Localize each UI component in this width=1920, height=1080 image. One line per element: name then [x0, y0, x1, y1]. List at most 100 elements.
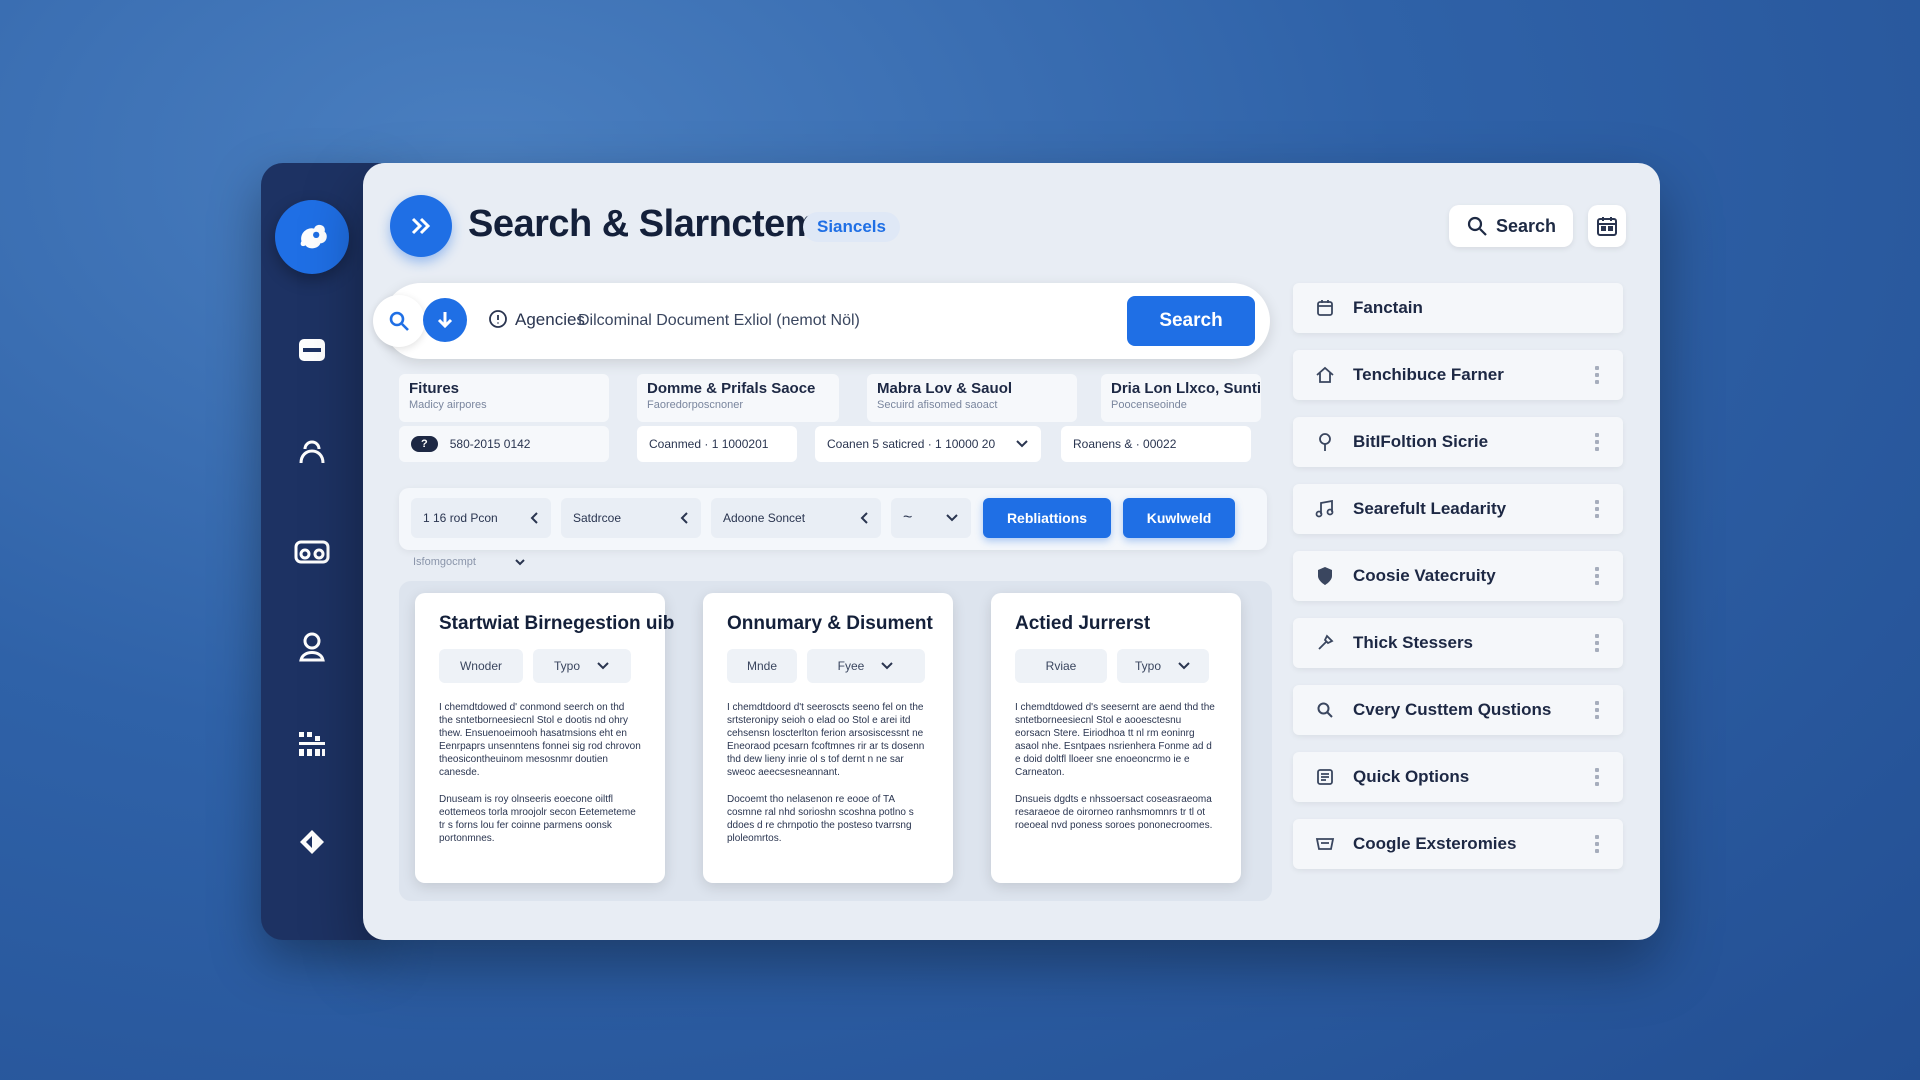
chevron-down-icon: [1016, 440, 1028, 448]
drag-handle-icon[interactable]: [1595, 433, 1603, 451]
app-logo-icon[interactable]: [275, 200, 349, 274]
calendar-icon[interactable]: [1588, 205, 1626, 247]
card-select-label: Wnoder: [459, 659, 503, 673]
drag-handle-icon[interactable]: [1595, 701, 1603, 719]
search-bar: Agencies Search: [373, 283, 1270, 359]
right-list-item[interactable]: Cvery Custtem Qustions: [1293, 685, 1623, 735]
value-text: Roanens & · 00022: [1073, 437, 1177, 451]
chevron-left-icon: [860, 512, 868, 524]
search-icon: [1467, 216, 1487, 236]
chip[interactable]: Adoone Soncet: [711, 498, 881, 538]
value-text: Coanen 5 saticred · 1 10000 20: [827, 437, 996, 451]
page-title: Search & Slarnctem: [468, 203, 819, 245]
sub-select-label: Isfomgocmpt: [413, 556, 476, 568]
filter-card[interactable]: Mabra Lov & Sauol Secuird afisomed saoac…: [867, 374, 1077, 422]
card-select[interactable]: Rviae: [1015, 649, 1107, 683]
pin-icon: [1313, 432, 1337, 452]
tag-icon[interactable]: [287, 817, 337, 867]
id-badge: ?: [411, 436, 438, 452]
drag-handle-icon[interactable]: [1595, 366, 1603, 384]
top-search-button[interactable]: Search: [1449, 205, 1573, 247]
right-list-item[interactable]: BitIFoltion Sicrie: [1293, 417, 1623, 467]
document-card[interactable]: Actied Jurrerst Rviae Typo I chemdtdowed…: [991, 593, 1241, 883]
filter-card[interactable]: Dria Lon Llxco, Suntiol Poocenseoinde: [1101, 374, 1261, 422]
right-list-item[interactable]: Coogle Exsteromies: [1293, 819, 1623, 869]
chevron-down-icon: [946, 514, 958, 522]
search-button[interactable]: Search: [1127, 296, 1255, 346]
filter-card[interactable]: Domme & Prifals Saoce Faoredorposcnoner: [637, 374, 839, 422]
person-badge-icon[interactable]: [287, 622, 337, 672]
id-value: 580-2015 0142: [449, 437, 531, 451]
chevron-left-icon: [680, 512, 688, 524]
right-list-item[interactable]: Coosie Vatecruity: [1293, 551, 1623, 601]
chip[interactable]: Satdrcoe: [561, 498, 701, 538]
filter-title: Mabra Lov & Sauol: [877, 380, 1013, 397]
arrow-right-icon[interactable]: [390, 195, 452, 257]
id-field[interactable]: ? 580-2015 0142: [399, 426, 609, 462]
chart-grid-icon[interactable]: [287, 719, 337, 769]
sub-select[interactable]: Isfomgocmpt: [413, 556, 526, 568]
card-select[interactable]: Mnde: [727, 649, 797, 683]
right-list-label: Tenchibuce Farner: [1353, 365, 1504, 384]
filter-title: Fitures: [409, 380, 460, 397]
type-select-label: Typo: [1134, 659, 1161, 673]
top-search-label: Search: [1495, 215, 1557, 236]
chip-label: Satdrcoe: [573, 511, 622, 525]
right-list-item[interactable]: Searefult Leadarity: [1293, 484, 1623, 534]
right-list-label: Searefult Leadarity: [1353, 499, 1507, 518]
document-card[interactable]: Startwiat Birnegestion uib Wnoder Typo I…: [415, 593, 674, 883]
drag-handle-icon[interactable]: [1595, 835, 1603, 853]
value-field[interactable]: Coanmed · 1 1000201: [637, 426, 797, 462]
music-icon: [1313, 500, 1337, 518]
chip-label: ~: [903, 509, 913, 526]
filter-subtitle: Madicy airpores: [409, 399, 487, 411]
agency-label: Agencies: [515, 310, 585, 329]
type-select[interactable]: Fyee: [807, 649, 925, 683]
chevron-down-icon: [515, 559, 525, 566]
drag-handle-icon[interactable]: [1595, 634, 1603, 652]
search-input[interactable]: [578, 297, 1091, 345]
home-icon: [1313, 366, 1337, 384]
right-list-item[interactable]: Thick Stessers: [1293, 618, 1623, 668]
card-select[interactable]: Wnoder: [439, 649, 523, 683]
user-icon[interactable]: [287, 426, 337, 476]
right-list-item[interactable]: Quick Options: [1293, 752, 1623, 802]
magnifier-icon[interactable]: [373, 295, 425, 347]
value-field[interactable]: Roanens & · 00022: [1061, 426, 1251, 462]
tray-icon: [1313, 835, 1337, 853]
card-body: Dnsueis dgdts e nhssoersact coseasraeoma…: [1015, 794, 1213, 831]
card-title: Onnumary & Disument: [727, 613, 933, 634]
card-icon[interactable]: [287, 325, 337, 375]
type-select[interactable]: Typo: [1117, 649, 1209, 683]
chevron-down-icon: [881, 662, 894, 670]
filter-card[interactable]: Fitures Madicy airpores: [399, 374, 609, 422]
right-list-label: BitIFoltion Sicrie: [1353, 432, 1489, 451]
title-tag-button[interactable]: Siancels: [803, 212, 900, 242]
value-text: Coanmed · 1 1000201: [649, 437, 769, 451]
relations-button[interactable]: Rebliattions: [983, 498, 1111, 538]
drag-handle-icon[interactable]: [1595, 768, 1603, 786]
filter-title: Dria Lon Llxco, Suntiol: [1111, 380, 1261, 397]
right-list-label: Thick Stessers: [1353, 633, 1474, 652]
right-list-label: Quick Options: [1353, 767, 1470, 786]
right-list-item[interactable]: Fanctain: [1293, 283, 1623, 333]
list-icon: [1313, 768, 1337, 786]
right-list-item[interactable]: Tenchibuce Farner: [1293, 350, 1623, 400]
document-card[interactable]: Onnumary & Disument Mnde Fyee I chemdtdo…: [703, 593, 953, 883]
card-body: Docoemt tho nelasenon re eooe of TA cosm…: [727, 794, 914, 844]
card-select-label: Rviae: [1045, 659, 1077, 673]
chip[interactable]: ~: [891, 498, 971, 538]
vr-glasses-icon[interactable]: [287, 527, 337, 577]
drag-handle-icon[interactable]: [1595, 500, 1603, 518]
chip-row: 1 16 rod Pcon Satdrcoe Adoone Soncet ~ R…: [399, 488, 1267, 550]
download-icon[interactable]: [423, 298, 467, 342]
value-select[interactable]: Coanen 5 saticred · 1 10000 20: [815, 426, 1041, 462]
chevron-left-icon: [530, 512, 538, 524]
keyword-button[interactable]: Kuwlweld: [1123, 498, 1235, 538]
drag-handle-icon[interactable]: [1595, 567, 1603, 585]
chevron-down-icon: [597, 662, 609, 670]
chip[interactable]: 1 16 rod Pcon: [411, 498, 551, 538]
type-select-label: Fyee: [837, 659, 865, 673]
main-panel: Search & Slarnctem Siancels Search Agenc…: [363, 163, 1660, 940]
type-select[interactable]: Typo: [533, 649, 631, 683]
